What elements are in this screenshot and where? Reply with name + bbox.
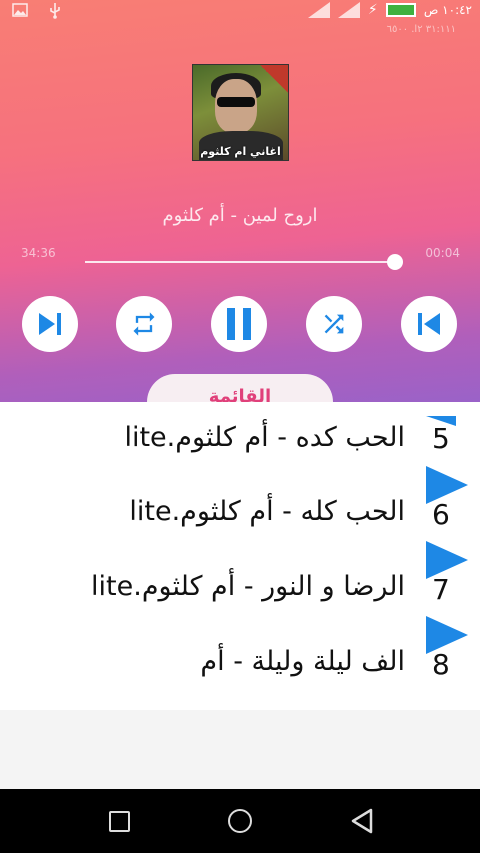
list-item-title: الحب كله - أم كلثوم.lite (129, 496, 405, 527)
recents-icon[interactable] (109, 811, 130, 832)
pause-button[interactable] (211, 296, 267, 352)
seek-bar[interactable] (85, 261, 396, 263)
charging-icon: ⚡ (367, 2, 378, 18)
skip-previous-icon (418, 313, 440, 335)
album-cover: اغاني ام كلثوم (192, 64, 289, 161)
shuffle-icon (324, 314, 344, 334)
shuffle-button[interactable] (306, 296, 362, 352)
next-button[interactable] (22, 296, 78, 352)
list-item-number: 5 (432, 422, 450, 455)
repeat-icon (133, 312, 155, 336)
now-playing-title: اروح لمين - أم كلثوم (162, 205, 318, 226)
list-item[interactable]: الف ليلة وليلة - أم 8 (0, 614, 480, 689)
notification-strip: ٣١:١١١ ٢ا. ٦٥٠٠ (386, 24, 456, 35)
total-time: 34:36 (21, 246, 56, 260)
seek-thumb[interactable] (387, 254, 403, 270)
list-item-number: 8 (432, 648, 450, 681)
list-item-title: الف ليلة وليلة - أم (200, 646, 405, 677)
list-item[interactable]: الحب كله - أم كلثوم.lite 6 (0, 464, 480, 539)
signal-icon-2 (337, 2, 360, 18)
list-item[interactable]: الرضا و النور - أم كلثوم.lite 7 (0, 539, 480, 614)
system-nav-bar (0, 789, 480, 853)
list-item-number: 7 (432, 573, 450, 606)
playlist-tab[interactable]: القائمة (147, 374, 333, 402)
playlist-list: الحب كده - أم كلثوم.lite 5 الحب كله - أم… (0, 402, 480, 710)
pause-icon (227, 308, 251, 340)
status-clock: ١٠:٤٢ ص (423, 3, 472, 17)
previous-button[interactable] (401, 296, 457, 352)
list-item-title: الحب كده - أم كلثوم.lite (124, 422, 405, 453)
usb-icon (48, 3, 64, 19)
elapsed-time: 00:04 (425, 246, 460, 260)
player-panel: ⚡ ١٠:٤٢ ص ٣١:١١١ ٢ا. ٦٥٠٠ اغاني ام كلثوم… (0, 0, 480, 402)
signal-icon (307, 2, 330, 18)
back-icon[interactable] (350, 808, 374, 838)
battery-icon (385, 3, 416, 17)
repeat-button[interactable] (116, 296, 172, 352)
home-icon[interactable] (228, 809, 252, 833)
list-item-number: 6 (432, 498, 450, 531)
skip-next-icon (39, 313, 61, 335)
list-item-title: الرضا و النور - أم كلثوم.lite (91, 571, 405, 602)
gallery-notification-icon (12, 3, 28, 17)
album-cover-text: اغاني ام كلثوم (200, 145, 281, 158)
status-bar: ⚡ ١٠:٤٢ ص (0, 0, 480, 24)
